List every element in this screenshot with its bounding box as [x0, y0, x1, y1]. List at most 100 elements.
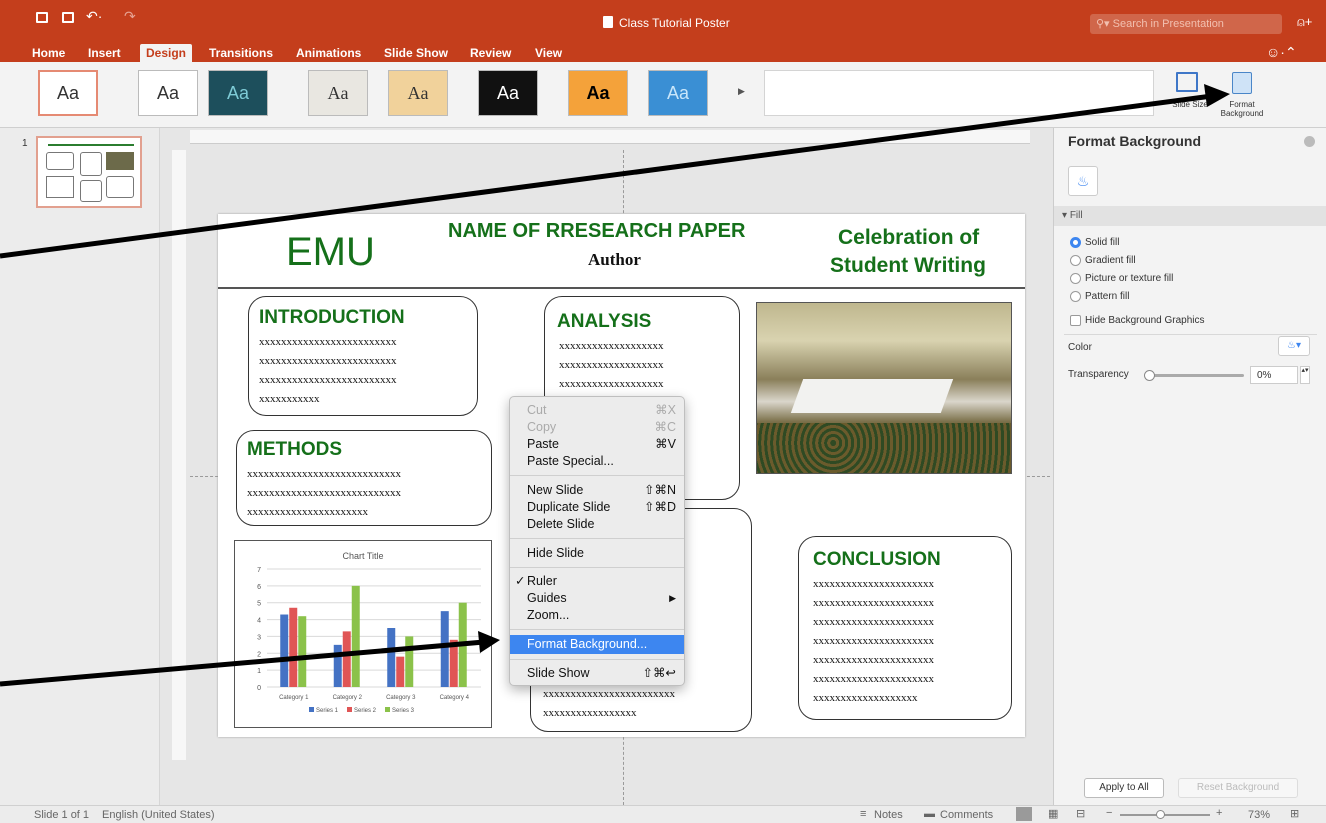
undo-icon[interactable]: ↶· — [86, 8, 102, 25]
event-photo[interactable] — [756, 302, 1012, 474]
fill-tab-button[interactable]: ♨ — [1068, 166, 1098, 196]
radio-picture-fill[interactable] — [1070, 273, 1081, 284]
transparency-stepper[interactable]: ▴▾ — [1300, 366, 1310, 384]
menu-paste[interactable]: Paste ⌘V — [527, 436, 676, 453]
menu-duplicate-slide[interactable]: Duplicate Slide ⇧⌘D — [527, 499, 676, 516]
close-pane-icon[interactable] — [1304, 136, 1315, 147]
theme-thumb-8[interactable]: Aa — [648, 70, 708, 116]
menu-format-background[interactable]: Format Background... — [510, 635, 684, 654]
menu-copy[interactable]: Copy ⌘C — [527, 419, 676, 436]
menu-cut[interactable]: Cut ⌘X — [527, 402, 676, 419]
format-background-pane: Format Background ♨ ▾ Fill Solid fill Gr… — [1053, 128, 1326, 805]
tab-review[interactable]: Review — [470, 46, 511, 60]
tab-view[interactable]: View — [535, 46, 562, 60]
themes-more-arrow-icon[interactable]: ▶ — [738, 86, 745, 97]
search-icon: ⚲▾ — [1096, 18, 1113, 30]
notes-button[interactable]: Notes — [874, 809, 903, 821]
apply-to-all-button[interactable]: Apply to All — [1084, 778, 1164, 798]
theme-thumb-2[interactable]: Aa — [138, 70, 198, 116]
menu-guides[interactable]: Guides ▶ — [527, 590, 676, 607]
chart-bar — [396, 656, 405, 687]
theme-label: Aa — [156, 82, 180, 103]
fill-section-header[interactable]: ▾ Fill — [1054, 206, 1326, 226]
menu-slide-show[interactable]: Slide Show ⇧⌘↩ — [527, 665, 676, 682]
slide-thumbnails-pane: 1 — [0, 128, 160, 805]
theme-thumb-5[interactable]: Aa — [388, 70, 448, 116]
transparency-input[interactable]: 0% — [1250, 366, 1298, 384]
author[interactable]: Author — [588, 250, 641, 270]
menu-hide-slide[interactable]: Hide Slide — [527, 545, 676, 562]
zoom-level[interactable]: 73% — [1248, 809, 1270, 821]
menu-new-slide[interactable]: New Slide ⇧⌘N — [527, 482, 676, 499]
reset-background-button[interactable]: Reset Background — [1178, 778, 1298, 798]
color-picker-button[interactable]: ♨▾ — [1278, 336, 1310, 356]
hide-graphics-label[interactable]: Hide Background Graphics — [1085, 315, 1205, 326]
smiley-icon[interactable]: ☺·⌃ — [1266, 44, 1297, 61]
menu-delete-slide[interactable]: Delete Slide — [527, 516, 676, 533]
reset-background-label: Reset Background — [1196, 782, 1280, 793]
radio-pattern-fill[interactable] — [1070, 291, 1081, 302]
variants-gallery[interactable] — [764, 70, 1154, 116]
tab-transitions[interactable]: Transitions — [209, 46, 273, 60]
theme-thumb-7[interactable]: Aa — [568, 70, 628, 116]
menu-zoom-label: Zoom... — [527, 608, 570, 622]
reading-view-icon[interactable]: ⊟ — [1076, 807, 1085, 820]
menu-paste-special[interactable]: Paste Special... — [527, 453, 676, 470]
zoom-out-icon[interactable]: − — [1106, 807, 1112, 819]
tab-slide-show[interactable]: Slide Show — [384, 46, 448, 60]
transparency-slider[interactable] — [1144, 370, 1244, 381]
zoom-in-icon[interactable]: + — [1216, 807, 1222, 819]
slide-sorter-icon[interactable]: ▦ — [1048, 807, 1058, 820]
hide-graphics-checkbox[interactable] — [1070, 315, 1081, 326]
menu-zoom[interactable]: Zoom... — [527, 607, 676, 624]
theme-thumb-6[interactable]: Aa — [478, 70, 538, 116]
format-background-button[interactable]: Format Background — [1212, 70, 1272, 122]
search-input[interactable]: ⚲▾ Search in Presentation — [1090, 14, 1282, 34]
share-icon[interactable]: ⍝+ — [1297, 14, 1312, 30]
paper-title[interactable]: NAME OF RRESEARCH PAPER — [448, 220, 745, 243]
methods-text: xxxxxxxxxxxxxxxxxxxxxxxxxxxx xxxxxxxxxxx… — [247, 468, 401, 518]
comments-button[interactable]: Comments — [940, 809, 993, 821]
slide-thumbnail[interactable] — [36, 136, 142, 208]
slider-thumb[interactable] — [1144, 370, 1155, 381]
slide-size-button[interactable]: Slide Size — [1170, 70, 1210, 122]
zoom-slider-thumb[interactable] — [1156, 810, 1165, 819]
tab-insert[interactable]: Insert — [88, 46, 121, 60]
option-gradient-fill[interactable]: Gradient fill — [1085, 255, 1136, 266]
tab-home[interactable]: Home — [32, 46, 65, 60]
sidebar-toggle-icon[interactable] — [36, 12, 48, 23]
introduction-text: xxxxxxxxxxxxxxxxxxxxxxxxx xxxxxxxxxxxxxx… — [259, 336, 397, 405]
slide-counter: Slide 1 of 1 — [34, 809, 90, 821]
vertical-ruler[interactable] — [172, 150, 186, 760]
option-picture-fill[interactable]: Picture or texture fill — [1085, 273, 1173, 284]
color-label: Color — [1068, 342, 1092, 353]
conclusion-box[interactable]: CONCLUSION xxxxxxxxxxxxxxxxxxxxxx xxxxxx… — [798, 536, 1012, 720]
language-indicator[interactable]: English (United States) — [102, 809, 215, 821]
introduction-box[interactable]: INTRODUCTION xxxxxxxxxxxxxxxxxxxxxxxxx x… — [248, 296, 478, 416]
emu-title[interactable]: EMU — [286, 230, 375, 275]
theme-thumb-1[interactable]: Aa — [38, 70, 98, 116]
chart-frame[interactable]: Chart Title 0 1 2 3 4 5 6 7 Category 1 Category 2… — [234, 540, 492, 728]
celebration-line2[interactable]: Student Writing — [830, 254, 986, 278]
redo-icon[interactable]: ↷ — [124, 8, 136, 25]
comments-icon[interactable]: ▬ — [924, 808, 935, 820]
radio-solid-fill[interactable] — [1070, 237, 1081, 248]
fit-to-window-icon[interactable]: ⊞ — [1290, 807, 1299, 820]
horizontal-ruler[interactable] — [190, 130, 1030, 144]
celebration-line1[interactable]: Celebration of — [838, 226, 979, 250]
zoom-slider[interactable] — [1120, 810, 1210, 819]
slide-number: 1 — [22, 138, 28, 149]
theme-thumb-4[interactable]: Aa — [308, 70, 368, 116]
option-pattern-fill[interactable]: Pattern fill — [1085, 291, 1129, 302]
tab-animations[interactable]: Animations — [296, 46, 361, 60]
chart-legend-label: Series 3 — [392, 708, 415, 714]
save-icon[interactable] — [62, 12, 74, 23]
tab-design[interactable]: Design — [140, 44, 193, 62]
menu-ruler[interactable]: Ruler — [527, 573, 676, 590]
option-solid-fill[interactable]: Solid fill — [1085, 237, 1119, 248]
radio-gradient-fill[interactable] — [1070, 255, 1081, 266]
theme-thumb-3[interactable]: Aa — [208, 70, 268, 116]
normal-view-icon[interactable] — [1016, 807, 1032, 821]
notes-icon[interactable]: ≡ — [860, 808, 866, 820]
methods-box[interactable]: METHODS xxxxxxxxxxxxxxxxxxxxxxxxxxxx xxx… — [236, 430, 492, 526]
